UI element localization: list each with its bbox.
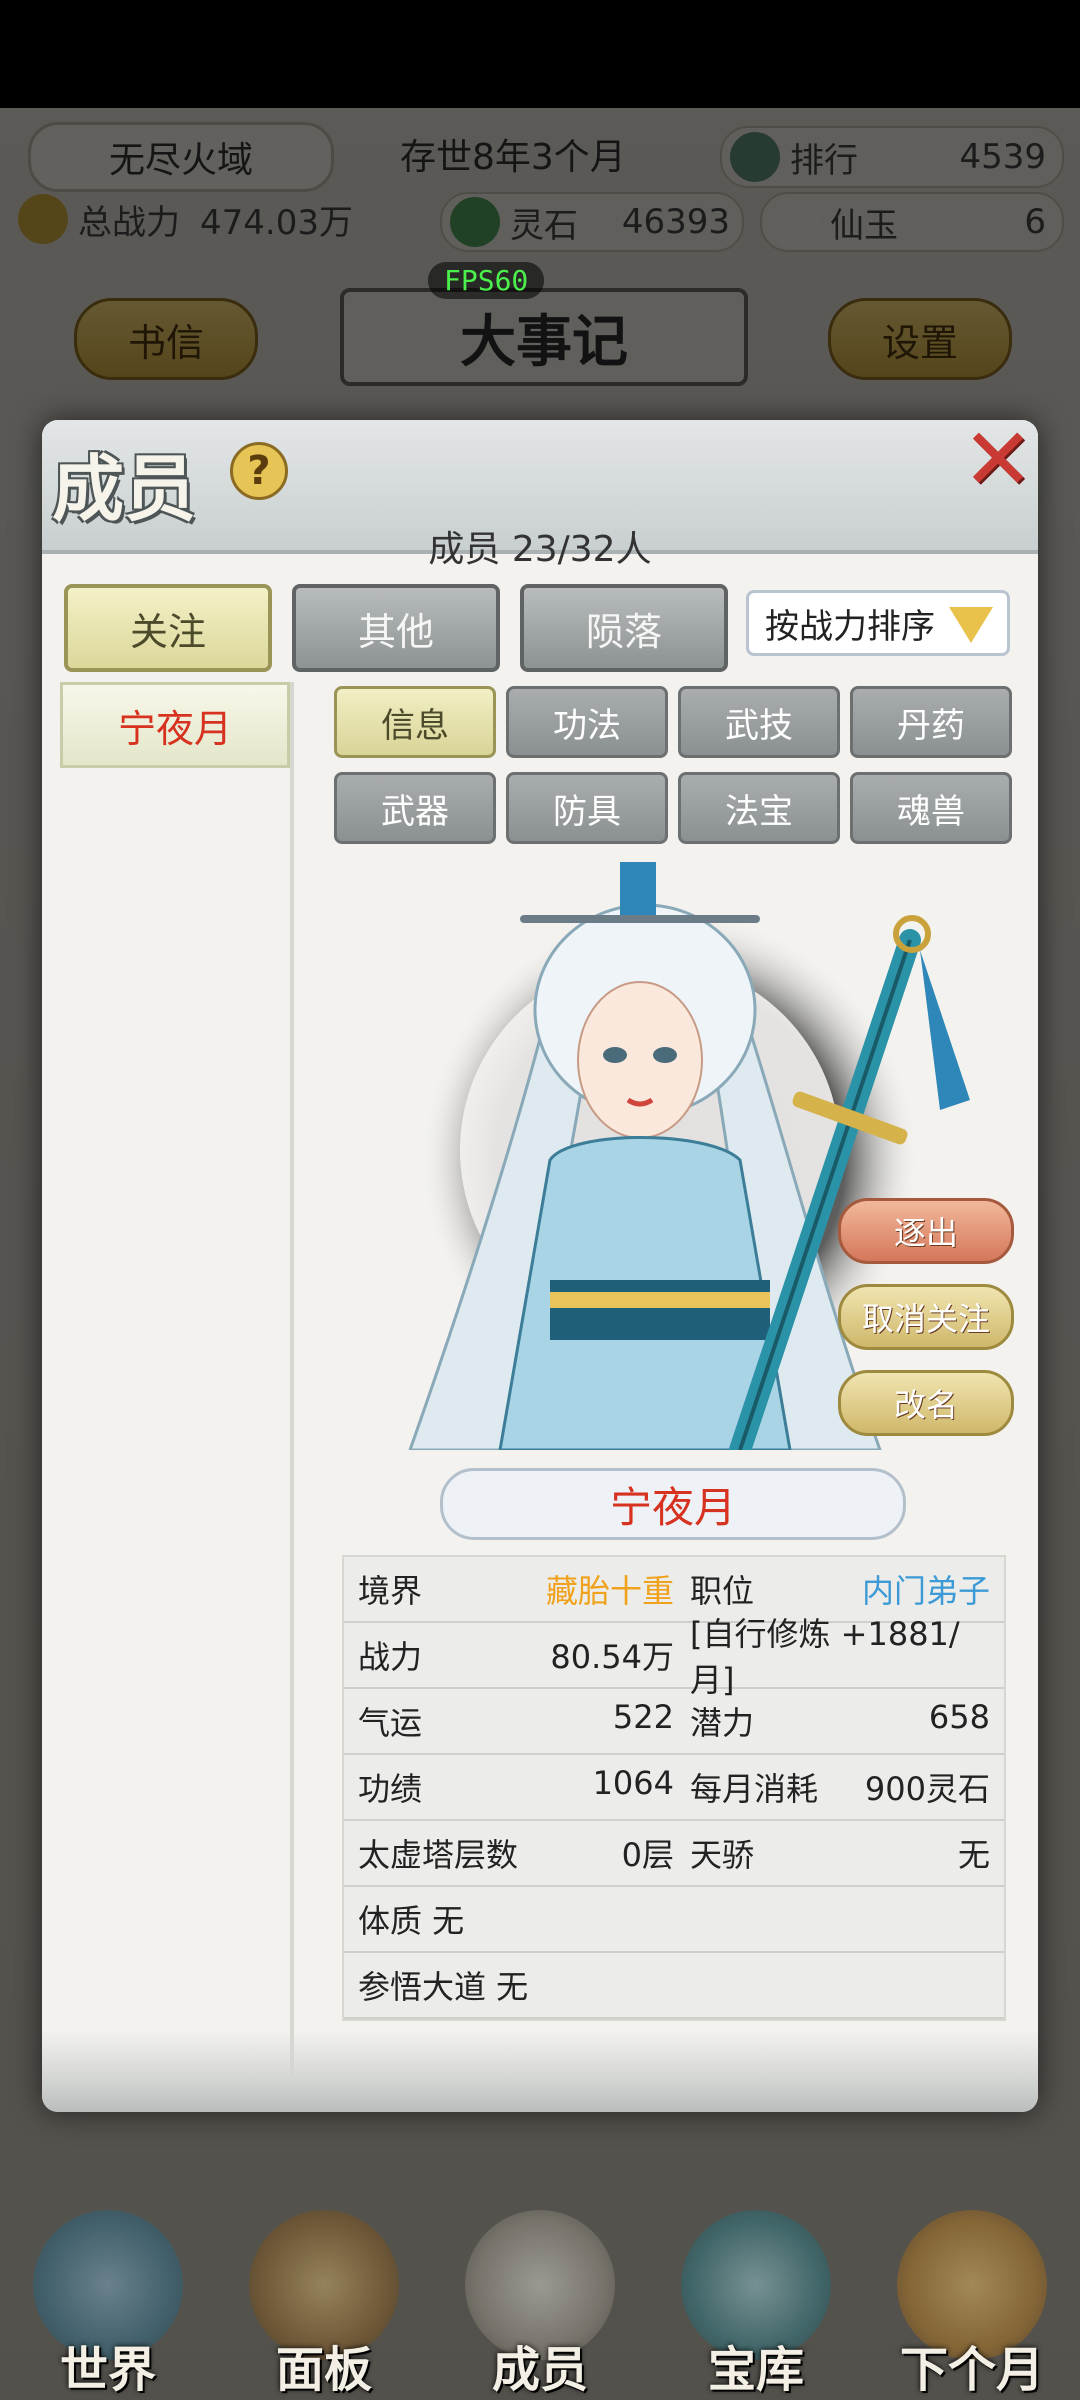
jade-icon [770,197,820,247]
info-row-dao: 参悟大道 无 [344,1953,1004,2019]
unfollow-button[interactable]: 取消关注 [838,1284,1014,1350]
power-value: 80.54万 [550,1638,674,1676]
jade-pill: 仙玉 6 [760,192,1064,252]
dropdown-arrow-icon [949,607,993,643]
status-bar [0,0,1080,108]
nav-panel[interactable]: 面板 [224,2200,424,2400]
realm-label: 境界 [358,1572,423,1610]
prodigy-value: 无 [957,1836,990,1874]
tab-soul-beasts[interactable]: 魂兽 [850,772,1012,844]
rank-pill: 排行 4539 [720,126,1064,188]
power-icon [18,194,68,244]
realm-value: 藏胎十重 [545,1572,674,1610]
settings-button[interactable]: 设置 [828,298,1012,380]
sort-label: 按战力排序 [765,606,935,647]
nav-next-month[interactable]: 下个月 [872,2200,1072,2400]
nav-treasury[interactable]: 宝库 [656,2200,856,2400]
dialog-bottom-ornament [42,2030,1038,2112]
chronicle-title[interactable]: 大事记 [340,288,748,386]
jade-value: 6 [1024,202,1046,242]
potential-label: 潜力 [690,1704,755,1742]
tab-fallen[interactable]: 陨落 [520,584,728,672]
tab-martial-skills[interactable]: 武技 [678,686,840,758]
nav-members[interactable]: 成员 [440,2200,640,2400]
spirit-stone-icon [450,197,500,247]
letters-button[interactable]: 书信 [74,298,258,380]
merit-value: 1064 [592,1764,674,1802]
info-row-merit: 功绩 1064 每月消耗 900灵石 [344,1755,1004,1821]
tab-other[interactable]: 其他 [292,584,500,672]
rank-label: 排行 [790,140,858,181]
spirit-stone-label: 灵石 [510,205,578,246]
fps-counter: FPS60 [428,262,545,299]
info-row-luck: 气运 522 潜力 658 [344,1689,1004,1755]
potential-value: 658 [928,1698,990,1736]
monthly-cost-value: 900灵石 [864,1770,990,1808]
tower-label: 太虚塔层数 [358,1836,519,1874]
bottom-nav: 世界 面板 成员 宝库 下个月 [0,2190,1080,2400]
luck-value: 522 [612,1698,674,1736]
tab-treasures[interactable]: 法宝 [678,772,840,844]
monthly-cost-label: 每月消耗 [690,1770,819,1808]
region-label: 无尽火域 [108,140,253,181]
member-count: 成员 23/32人 [428,529,652,570]
list-item[interactable]: 宁夜月 [60,682,290,768]
help-icon[interactable]: ? [230,442,288,500]
cultivation-note: [自行修炼 +1881/月] [690,1615,960,1699]
merit-label: 功绩 [358,1770,423,1808]
total-power-pill: 总战力 474.03万 [10,190,410,248]
tab-weapons[interactable]: 武器 [334,772,496,844]
total-power-value: 474.03万 [200,202,353,243]
position-label: 职位 [690,1572,755,1610]
tower-value: 0层 [621,1836,674,1874]
total-power-label: 总战力 [78,202,180,243]
member-dialog: 成员 ? ✕ 成员 23/32人 关注 其他 陨落 按战力排序 宁夜月 信息 功… [42,420,1038,2112]
info-row-power: 战力 80.54万 [自行修炼 +1881/月] [344,1615,1004,1699]
info-row-tower: 太虚塔层数 0层 天骄 无 [344,1821,1004,1887]
rename-button[interactable]: 改名 [838,1370,1014,1436]
time-label: 存世8年3个月 [400,137,626,178]
spirit-stone-value: 46393 [621,202,730,242]
tab-info[interactable]: 信息 [334,686,496,758]
rank-icon [730,132,780,182]
dao-text: 参悟大道 无 [358,1968,529,2006]
close-icon[interactable]: ✕ [958,420,1038,503]
nav-world[interactable]: 世界 [8,2200,208,2400]
tab-armor[interactable]: 防具 [506,772,668,844]
info-row-physique: 体质 无 [344,1887,1004,1953]
tab-follow[interactable]: 关注 [64,584,272,672]
character-name: 宁夜月 [440,1468,906,1540]
sort-dropdown[interactable]: 按战力排序 [746,590,1010,656]
info-table: 境界 藏胎十重 职位 内门弟子 战力 80.54万 [自行修炼 +1881/月] 气运… [342,1555,1006,2021]
physique-text: 体质 无 [358,1902,465,1940]
region-pill: 无尽火域 [28,122,334,192]
prodigy-label: 天骄 [690,1836,755,1874]
spirit-stone-pill: 灵石 46393 [440,192,744,252]
tab-techniques[interactable]: 功法 [506,686,668,758]
character-portrait [408,862,970,1450]
tab-pills[interactable]: 丹药 [850,686,1012,758]
member-list: 宁夜月 [60,682,294,2112]
rank-value: 4539 [959,137,1046,177]
jade-label: 仙玉 [830,205,898,246]
power-label: 战力 [358,1638,423,1676]
position-value: 内门弟子 [861,1572,990,1610]
expel-button[interactable]: 逐出 [838,1198,1014,1264]
luck-label: 气运 [358,1704,423,1742]
